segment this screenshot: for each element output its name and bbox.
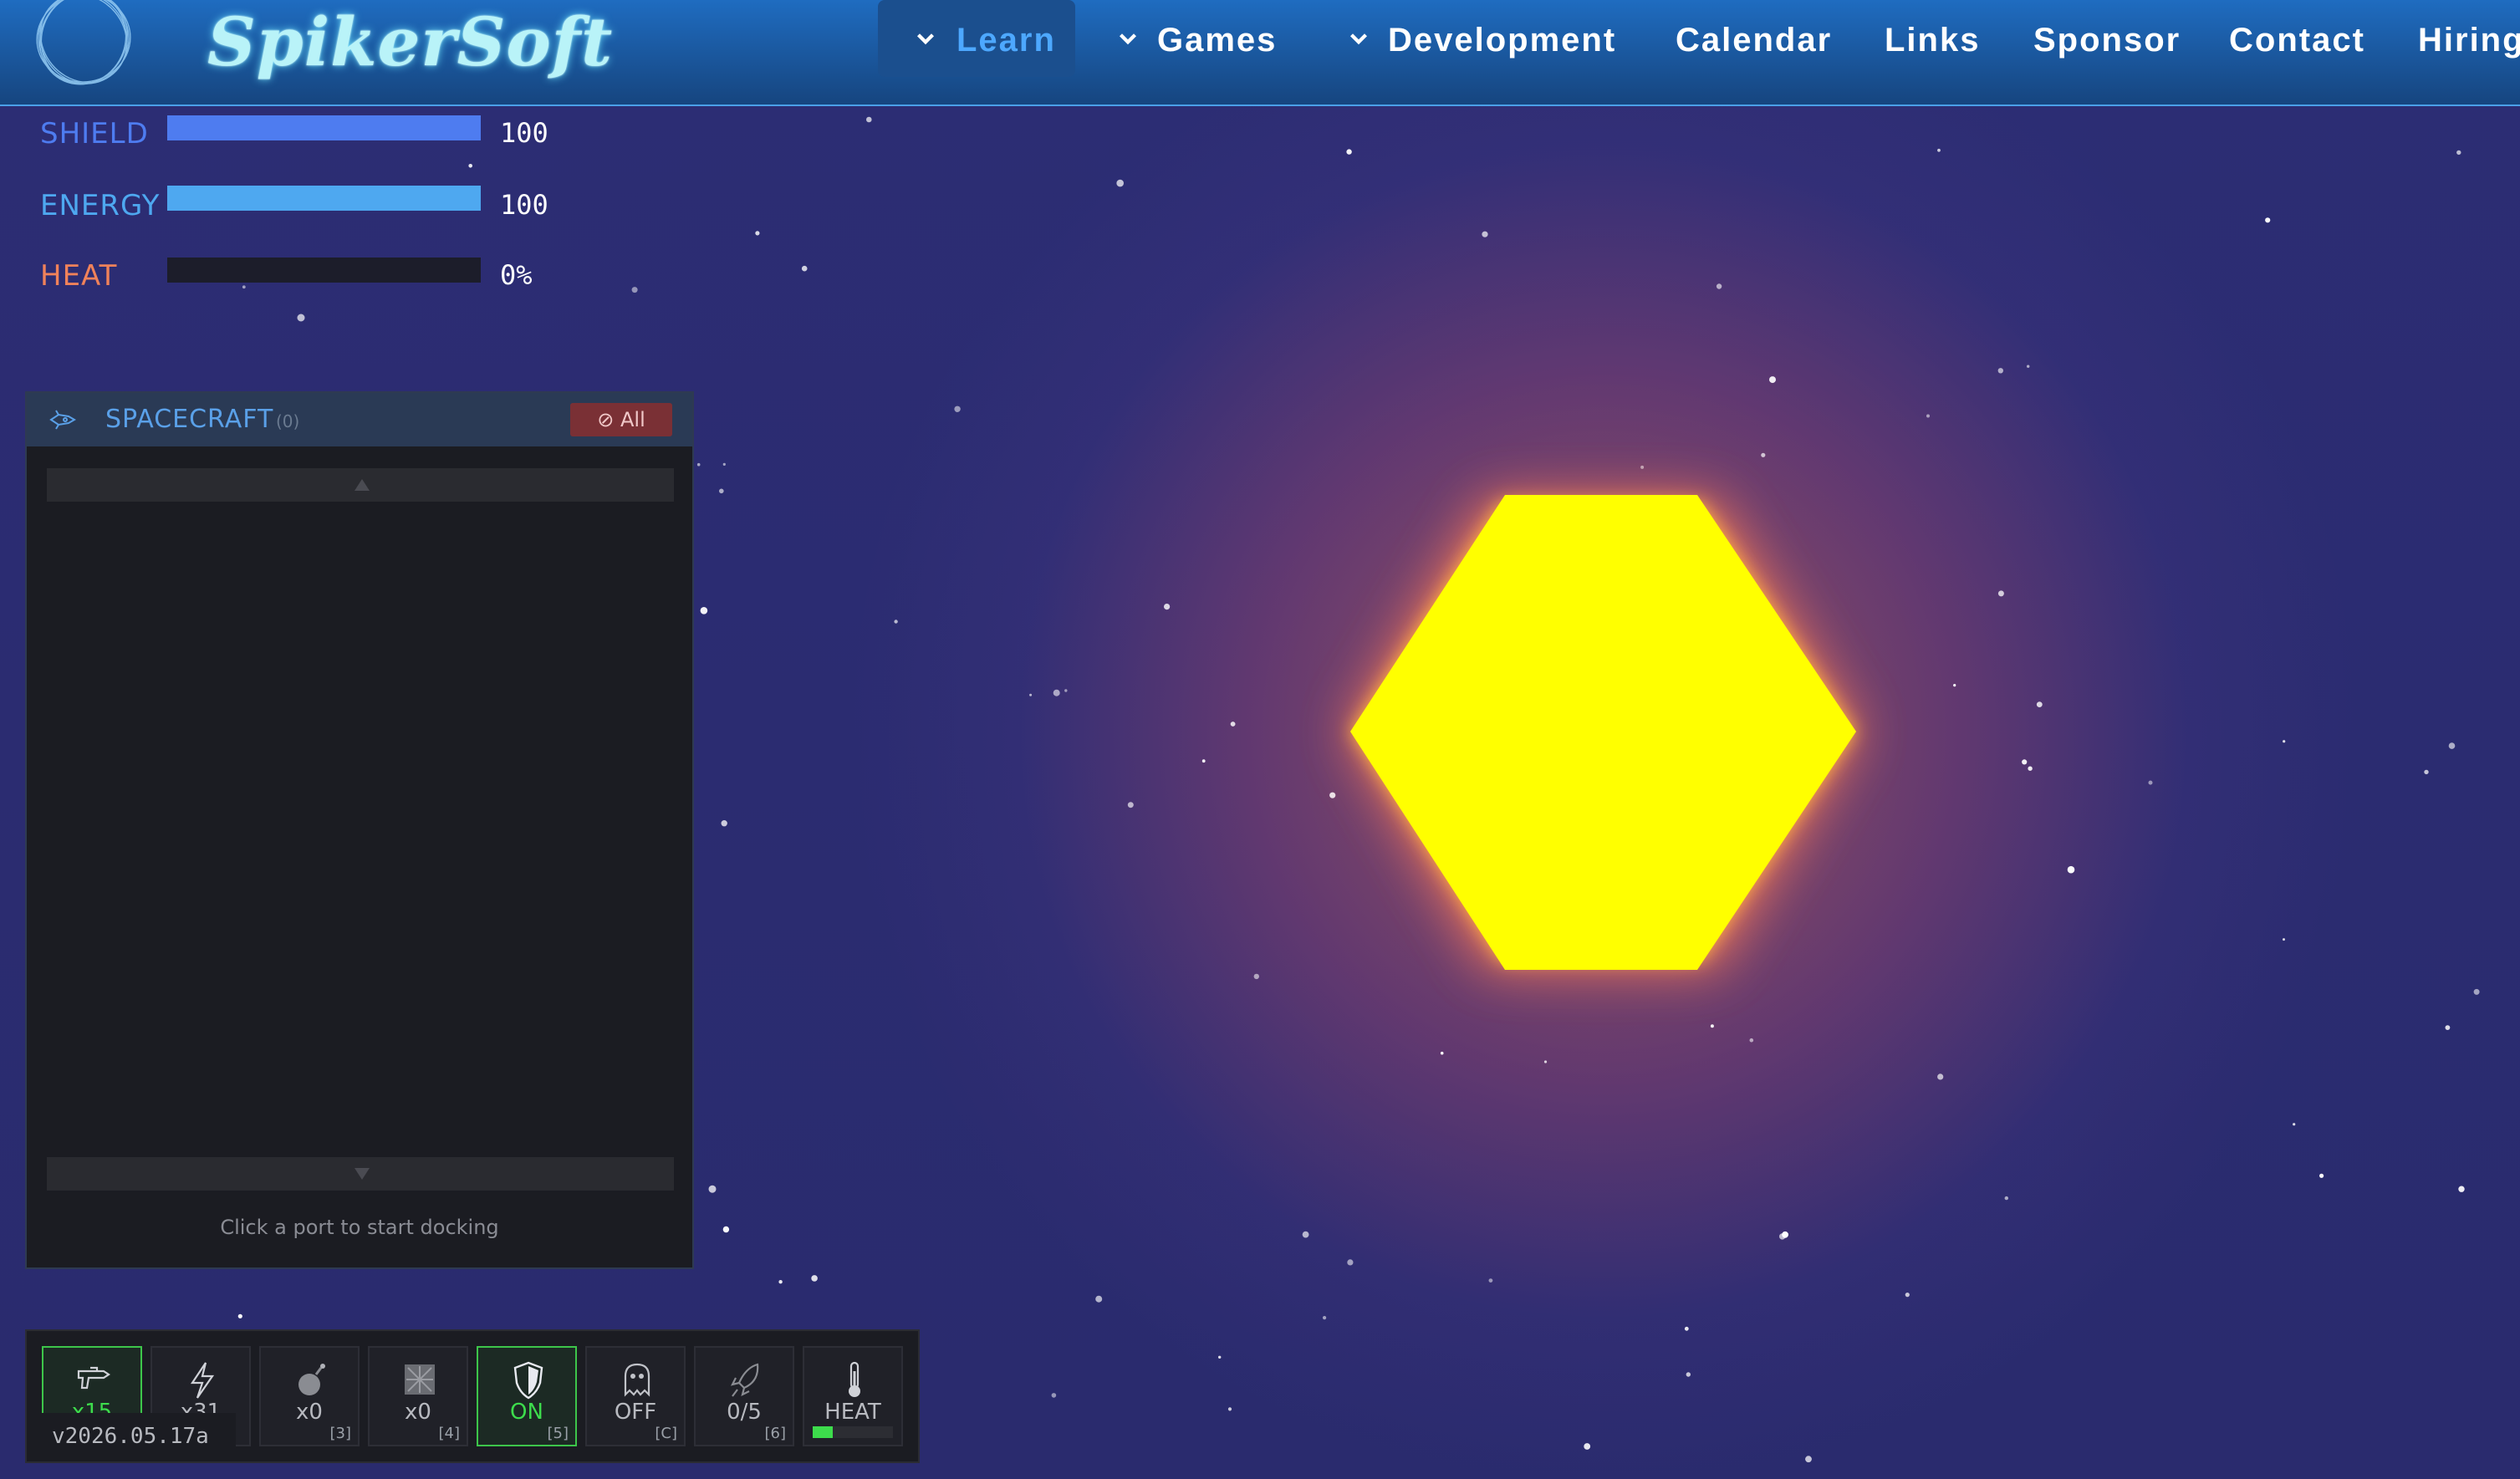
nav-label: Games (1157, 22, 1278, 59)
mine-tool[interactable]: x0 [4] (368, 1346, 468, 1446)
nav-games[interactable]: Games (1114, 0, 1277, 77)
shield-value: 100 (500, 117, 548, 149)
tool-key: [C] (655, 1425, 677, 1442)
nav-development[interactable]: Development (1344, 0, 1616, 77)
arrow-up-icon (355, 479, 370, 491)
shield-label: SHIELD (40, 117, 149, 150)
chevron-down-icon (1119, 33, 1137, 45)
spacecraft-list[interactable] (47, 510, 674, 1154)
rocket-tool[interactable]: 0/5 [6] (694, 1346, 794, 1446)
heat-tool[interactable]: HEAT (803, 1346, 903, 1446)
nav-contact[interactable]: Contact (2229, 0, 2365, 77)
version-label: v2026.05.17a (30, 1413, 236, 1460)
heat-value: 0% (500, 259, 533, 291)
tool-key: [6] (764, 1425, 787, 1442)
docking-hint: Click a port to start docking (220, 1216, 499, 1239)
chevron-down-icon (916, 33, 935, 45)
energy-label: ENERGY (40, 189, 161, 222)
nav-calendar[interactable]: Calendar (1676, 0, 1832, 77)
filter-all-button[interactable]: ⊘ All (570, 403, 672, 436)
tool-key: [5] (547, 1425, 569, 1442)
lightning-icon (190, 1362, 215, 1399)
panel-title: SPACECRAFT (105, 405, 274, 434)
heat-meter (167, 258, 481, 283)
logo-ring-icon[interactable] (33, 0, 134, 89)
panel-count: (0) (276, 411, 300, 431)
energy-meter-fill (167, 186, 481, 211)
thermometer-icon (849, 1361, 860, 1397)
bomb-icon (298, 1364, 325, 1395)
panel-header: SPACECRAFT (0) ⊘ All (27, 393, 692, 446)
ghost-icon (624, 1363, 650, 1397)
tool-key: [4] (438, 1425, 461, 1442)
heat-mini-meter (813, 1426, 893, 1438)
arrow-down-icon (355, 1168, 370, 1180)
top-nav: SpikerSoft Learn Games Development Calen… (0, 0, 2520, 106)
spacecraft-icon (49, 410, 77, 430)
energy-value: 100 (500, 189, 548, 221)
nav-sponsor[interactable]: Sponsor (2033, 0, 2181, 77)
bomb-tool[interactable]: x0 [3] (259, 1346, 360, 1446)
tool-label: x0 (405, 1400, 431, 1425)
cloak-tool[interactable]: OFF [C] (585, 1346, 686, 1446)
tool-label: OFF (614, 1400, 657, 1425)
heat-mini-fill (813, 1426, 833, 1438)
sun-core (1350, 495, 1856, 970)
nav-label: Learn (956, 22, 1056, 59)
site-logo[interactable]: SpikerSoft (207, 0, 613, 84)
nav-learn[interactable]: Learn (878, 0, 1075, 77)
tool-label: HEAT (824, 1400, 881, 1425)
tool-label: ON (510, 1400, 543, 1425)
spacecraft-panel: SPACECRAFT (0) ⊘ All Click a port to sta… (25, 391, 694, 1269)
tool-key: [3] (329, 1425, 352, 1442)
rocket-icon (730, 1363, 759, 1397)
shield-tool[interactable]: ON [5] (477, 1346, 577, 1446)
energy-meter (167, 186, 481, 211)
scroll-down-button[interactable] (47, 1157, 674, 1191)
mine-icon (405, 1364, 435, 1395)
tool-label: x0 (296, 1400, 323, 1425)
blaster-icon (77, 1366, 110, 1390)
shield-icon (513, 1361, 543, 1400)
shield-meter-fill (167, 115, 481, 140)
chevron-down-icon (1349, 33, 1368, 45)
heat-label: HEAT (40, 259, 118, 293)
tool-label: 0/5 (727, 1400, 762, 1425)
nav-label: Development (1388, 22, 1617, 59)
nav-links[interactable]: Links (1885, 0, 1980, 77)
shield-meter (167, 115, 481, 140)
scroll-up-button[interactable] (47, 468, 674, 502)
nav-hiring[interactable]: Hiring (2418, 0, 2520, 77)
